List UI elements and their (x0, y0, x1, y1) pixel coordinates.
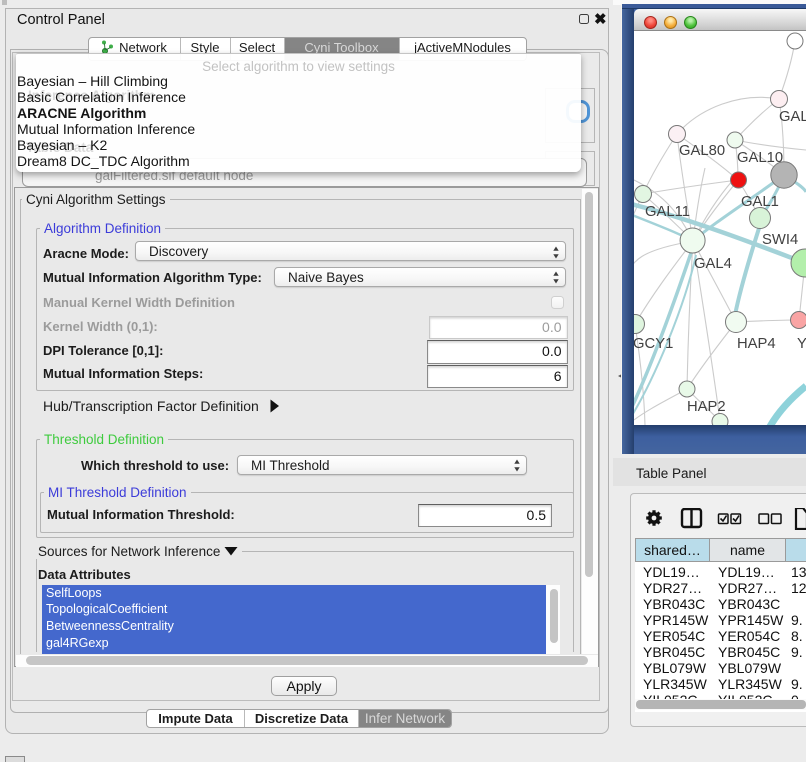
svg-text:GAL11: GAL11 (645, 204, 690, 220)
svg-text:GAL1: GAL1 (741, 194, 779, 210)
svg-text:GAL80: GAL80 (679, 143, 725, 159)
svg-text:HAP4: HAP4 (737, 336, 776, 352)
svg-text:Y: Y (797, 336, 806, 352)
svg-text:GAL4: GAL4 (694, 256, 732, 272)
svg-text:HAP2: HAP2 (687, 399, 726, 415)
svg-text:GCY1: GCY1 (634, 336, 673, 352)
svg-text:GAL10: GAL10 (737, 150, 783, 166)
svg-text:GAL7: GAL7 (779, 109, 806, 125)
svg-text:SWI4: SWI4 (762, 232, 798, 248)
